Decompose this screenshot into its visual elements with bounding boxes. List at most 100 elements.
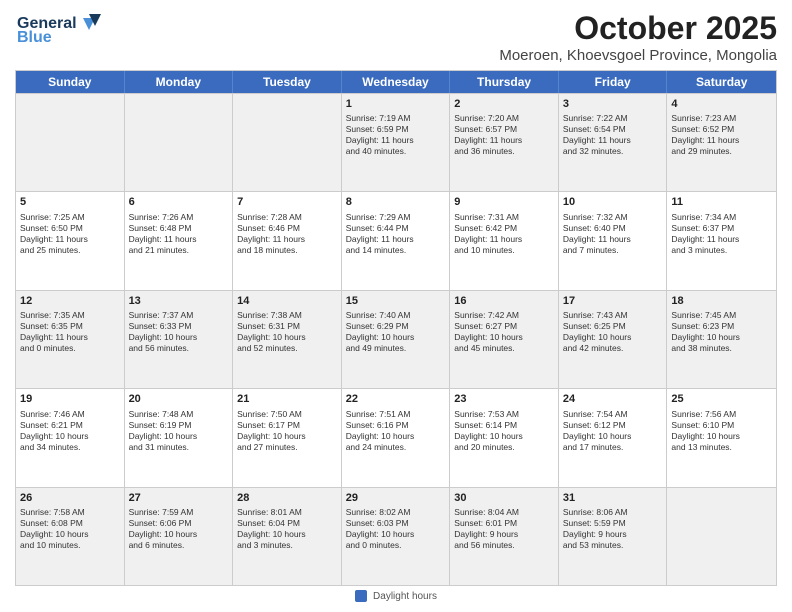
cal-cell-1-0: 5 Sunrise: 7:25 AM Sunset: 6:50 PM Daylig… bbox=[16, 192, 125, 289]
day-number: 2 bbox=[454, 97, 554, 111]
cal-cell-3-6: 25 Sunrise: 7:56 AM Sunset: 6:10 PM Dayli… bbox=[667, 389, 776, 486]
day-number: 10 bbox=[563, 195, 663, 209]
day-number: 5 bbox=[20, 195, 120, 209]
cal-cell-4-4: 30Sunrise: 8:04 AM Sunset: 6:01 PM Dayli… bbox=[450, 488, 559, 585]
day-info: Sunrise: 7:59 AM Sunset: 6:06 PM Dayligh… bbox=[129, 507, 229, 551]
cal-cell-4-1: 27 Sunrise: 7:59 AM Sunset: 6:06 PM Dayli… bbox=[125, 488, 234, 585]
footer-label: Daylight hours bbox=[373, 591, 437, 602]
day-info: Sunrise: 7:42 AM Sunset: 6:27 PM Dayligh… bbox=[454, 310, 554, 354]
day-info: Sunrise: 7:34 AM Sunset: 6:37 PM Dayligh… bbox=[671, 212, 772, 256]
cal-cell-1-4: 9 Sunrise: 7:31 AM Sunset: 6:42 PM Daylig… bbox=[450, 192, 559, 289]
cal-cell-3-4: 23Sunrise: 7:53 AM Sunset: 6:14 PM Dayli… bbox=[450, 389, 559, 486]
cal-cell-2-6: 18Sunrise: 7:45 AM Sunset: 6:23 PM Dayli… bbox=[667, 291, 776, 388]
day-number: 16 bbox=[454, 294, 554, 308]
day-number: 1 bbox=[346, 97, 446, 111]
day-number: 12 bbox=[20, 294, 120, 308]
day-info: Sunrise: 8:04 AM Sunset: 6:01 PM Dayligh… bbox=[454, 507, 554, 551]
day-info: Sunrise: 7:54 AM Sunset: 6:12 PM Dayligh… bbox=[563, 409, 663, 453]
day-info: Sunrise: 7:38 AM Sunset: 6:31 PM Dayligh… bbox=[237, 310, 337, 354]
day-info: Sunrise: 7:51 AM Sunset: 6:16 PM Dayligh… bbox=[346, 409, 446, 453]
header-cell-saturday: Saturday bbox=[667, 71, 776, 93]
day-number: 26 bbox=[20, 491, 120, 505]
footer: Daylight hours bbox=[15, 586, 777, 602]
cal-cell-2-4: 16 Sunrise: 7:42 AM Sunset: 6:27 PM Dayli… bbox=[450, 291, 559, 388]
cal-cell-4-0: 26 Sunrise: 7:58 AM Sunset: 6:08 PM Dayli… bbox=[16, 488, 125, 585]
day-number: 13 bbox=[129, 294, 229, 308]
cal-row-0: 1Sunrise: 7:19 AM Sunset: 6:59 PM Daylig… bbox=[16, 93, 776, 191]
day-number: 19 bbox=[20, 392, 120, 406]
cal-cell-1-6: 11 Sunrise: 7:34 AM Sunset: 6:37 PM Dayli… bbox=[667, 192, 776, 289]
cal-cell-3-0: 19 Sunrise: 7:46 AM Sunset: 6:21 PM Dayli… bbox=[16, 389, 125, 486]
title-block: October 2025 Moeroen, Khoevsgoel Provinc… bbox=[499, 10, 777, 64]
cal-cell-2-1: 13Sunrise: 7:37 AM Sunset: 6:33 PM Dayli… bbox=[125, 291, 234, 388]
day-number: 14 bbox=[237, 294, 337, 308]
cal-cell-0-1 bbox=[125, 94, 234, 191]
cal-cell-0-0 bbox=[16, 94, 125, 191]
day-info: Sunrise: 8:06 AM Sunset: 5:59 PM Dayligh… bbox=[563, 507, 663, 551]
day-info: Sunrise: 7:46 AM Sunset: 6:21 PM Dayligh… bbox=[20, 409, 120, 453]
cal-cell-0-2 bbox=[233, 94, 342, 191]
day-info: Sunrise: 7:50 AM Sunset: 6:17 PM Dayligh… bbox=[237, 409, 337, 453]
cal-cell-3-2: 21 Sunrise: 7:50 AM Sunset: 6:17 PM Dayli… bbox=[233, 389, 342, 486]
day-info: Sunrise: 7:26 AM Sunset: 6:48 PM Dayligh… bbox=[129, 212, 229, 256]
header-cell-monday: Monday bbox=[125, 71, 234, 93]
day-info: Sunrise: 7:25 AM Sunset: 6:50 PM Dayligh… bbox=[20, 212, 120, 256]
cal-cell-2-3: 15Sunrise: 7:40 AM Sunset: 6:29 PM Dayli… bbox=[342, 291, 451, 388]
header-cell-tuesday: Tuesday bbox=[233, 71, 342, 93]
cal-cell-0-4: 2 Sunrise: 7:20 AM Sunset: 6:57 PM Daylig… bbox=[450, 94, 559, 191]
cal-cell-1-5: 10 Sunrise: 7:32 AM Sunset: 6:40 PM Dayli… bbox=[559, 192, 668, 289]
day-info: Sunrise: 7:31 AM Sunset: 6:42 PM Dayligh… bbox=[454, 212, 554, 256]
cal-cell-3-5: 24 Sunrise: 7:54 AM Sunset: 6:12 PM Dayli… bbox=[559, 389, 668, 486]
footer-dot bbox=[355, 590, 367, 602]
cal-cell-2-2: 14 Sunrise: 7:38 AM Sunset: 6:31 PM Dayli… bbox=[233, 291, 342, 388]
logo: General Blue bbox=[15, 10, 109, 48]
calendar-header: SundayMondayTuesdayWednesdayThursdayFrid… bbox=[16, 71, 776, 93]
day-number: 31 bbox=[563, 491, 663, 505]
day-number: 29 bbox=[346, 491, 446, 505]
day-info: Sunrise: 7:58 AM Sunset: 6:08 PM Dayligh… bbox=[20, 507, 120, 551]
cal-cell-1-2: 7Sunrise: 7:28 AM Sunset: 6:46 PM Daylig… bbox=[233, 192, 342, 289]
logo-svg: General Blue bbox=[15, 10, 105, 48]
day-info: Sunrise: 7:48 AM Sunset: 6:19 PM Dayligh… bbox=[129, 409, 229, 453]
calendar-body: 1Sunrise: 7:19 AM Sunset: 6:59 PM Daylig… bbox=[16, 93, 776, 585]
day-info: Sunrise: 7:20 AM Sunset: 6:57 PM Dayligh… bbox=[454, 113, 554, 157]
cal-row-3: 19 Sunrise: 7:46 AM Sunset: 6:21 PM Dayli… bbox=[16, 388, 776, 486]
day-info: Sunrise: 7:29 AM Sunset: 6:44 PM Dayligh… bbox=[346, 212, 446, 256]
cal-cell-4-6 bbox=[667, 488, 776, 585]
cal-cell-0-6: 4 Sunrise: 7:23 AM Sunset: 6:52 PM Daylig… bbox=[667, 94, 776, 191]
cal-cell-2-5: 17Sunrise: 7:43 AM Sunset: 6:25 PM Dayli… bbox=[559, 291, 668, 388]
main-title: October 2025 bbox=[499, 10, 777, 47]
cal-cell-4-5: 31 Sunrise: 8:06 AM Sunset: 5:59 PM Dayli… bbox=[559, 488, 668, 585]
day-number: 23 bbox=[454, 392, 554, 406]
day-number: 18 bbox=[671, 294, 772, 308]
subtitle: Moeroen, Khoevsgoel Province, Mongolia bbox=[499, 47, 777, 64]
day-number: 20 bbox=[129, 392, 229, 406]
day-info: Sunrise: 7:32 AM Sunset: 6:40 PM Dayligh… bbox=[563, 212, 663, 256]
day-number: 8 bbox=[346, 195, 446, 209]
cal-cell-1-3: 8 Sunrise: 7:29 AM Sunset: 6:44 PM Daylig… bbox=[342, 192, 451, 289]
day-number: 9 bbox=[454, 195, 554, 209]
day-number: 6 bbox=[129, 195, 229, 209]
day-info: Sunrise: 7:23 AM Sunset: 6:52 PM Dayligh… bbox=[671, 113, 772, 157]
day-number: 28 bbox=[237, 491, 337, 505]
day-number: 11 bbox=[671, 195, 772, 209]
day-number: 21 bbox=[237, 392, 337, 406]
cal-cell-4-3: 29 Sunrise: 8:02 AM Sunset: 6:03 PM Dayli… bbox=[342, 488, 451, 585]
day-number: 7 bbox=[237, 195, 337, 209]
page: General Blue October 2025 Moeroen, Khoev… bbox=[0, 0, 792, 612]
cal-row-1: 5 Sunrise: 7:25 AM Sunset: 6:50 PM Daylig… bbox=[16, 191, 776, 289]
header-cell-wednesday: Wednesday bbox=[342, 71, 451, 93]
day-number: 27 bbox=[129, 491, 229, 505]
day-number: 4 bbox=[671, 97, 772, 111]
header: General Blue October 2025 Moeroen, Khoev… bbox=[15, 10, 777, 64]
day-number: 22 bbox=[346, 392, 446, 406]
day-info: Sunrise: 7:43 AM Sunset: 6:25 PM Dayligh… bbox=[563, 310, 663, 354]
cal-cell-0-3: 1Sunrise: 7:19 AM Sunset: 6:59 PM Daylig… bbox=[342, 94, 451, 191]
day-info: Sunrise: 8:02 AM Sunset: 6:03 PM Dayligh… bbox=[346, 507, 446, 551]
day-info: Sunrise: 8:01 AM Sunset: 6:04 PM Dayligh… bbox=[237, 507, 337, 551]
day-info: Sunrise: 7:56 AM Sunset: 6:10 PM Dayligh… bbox=[671, 409, 772, 453]
day-number: 24 bbox=[563, 392, 663, 406]
day-info: Sunrise: 7:35 AM Sunset: 6:35 PM Dayligh… bbox=[20, 310, 120, 354]
day-number: 25 bbox=[671, 392, 772, 406]
header-cell-sunday: Sunday bbox=[16, 71, 125, 93]
